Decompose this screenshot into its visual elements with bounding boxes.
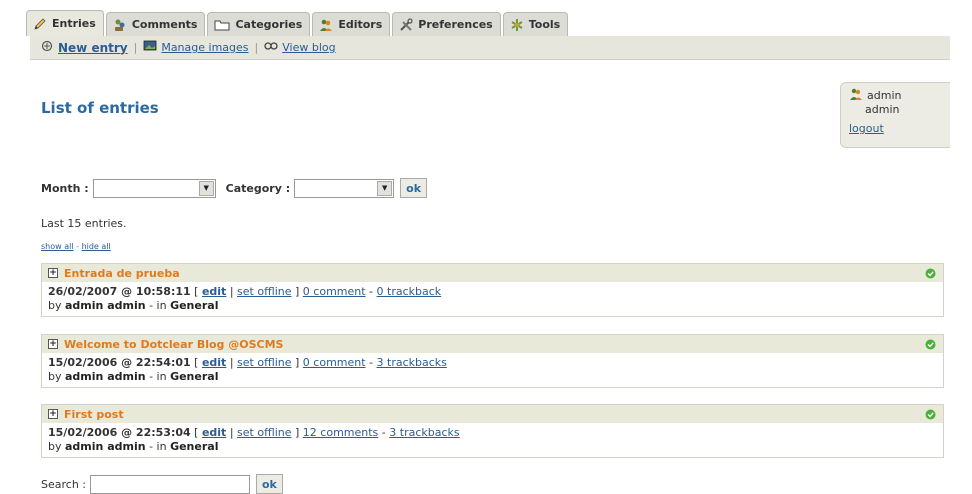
comments-icon [113, 18, 127, 32]
chevron-down-icon: ▼ [377, 180, 393, 196]
comments-link[interactable]: 12 comments [303, 426, 379, 439]
tab-preferences-label: Preferences [418, 18, 493, 31]
expand-icon[interactable]: + [48, 409, 58, 419]
new-entry-icon [40, 40, 54, 55]
chevron-down-icon: ▼ [198, 180, 214, 196]
entry-category: General [170, 440, 219, 453]
pencil-icon [33, 17, 47, 31]
check-icon [925, 339, 936, 353]
tab-categories-label: Categories [235, 18, 303, 31]
check-icon [925, 409, 936, 423]
show-all-link[interactable]: show all [41, 242, 74, 251]
entry-author: admin admin [65, 299, 146, 312]
view-blog-item: View blog [264, 41, 336, 54]
entry-in: - in [149, 370, 167, 383]
filter-ok-button[interactable]: ok [400, 178, 428, 198]
entry-item: + First post 15/02/2006 @ 22:53:04 [ edi… [41, 404, 944, 458]
user-icon [849, 88, 863, 103]
entries-count-info: Last 15 entries. [41, 217, 127, 230]
view-blog-link[interactable]: View blog [282, 41, 335, 54]
comments-link[interactable]: 0 comment [303, 285, 366, 298]
comments-link[interactable]: 0 comment [303, 356, 366, 369]
category-label: Category : [225, 181, 291, 195]
expand-icon[interactable]: + [48, 339, 58, 349]
show-hide-controls: show all - hide all [41, 242, 111, 251]
entry-in: - in [149, 440, 167, 453]
entry-by: by [48, 370, 62, 383]
search-input[interactable] [90, 474, 250, 494]
entry-date: 26/02/2007 @ 10:58:11 [48, 285, 191, 298]
entry-in: - in [149, 299, 167, 312]
entry-title: Entrada de prueba [64, 266, 180, 280]
entry-category: General [170, 299, 219, 312]
folder-icon [214, 18, 230, 32]
tab-editors[interactable]: Editors [312, 12, 391, 36]
manage-images-link[interactable]: Manage images [161, 41, 248, 54]
tab-tools[interactable]: Tools [502, 12, 569, 36]
new-entry-link[interactable]: New entry [58, 41, 128, 55]
set-offline-link[interactable]: set offline [237, 285, 291, 298]
category-select[interactable]: ▼ [294, 178, 395, 198]
tab-categories[interactable]: Categories [207, 12, 311, 36]
entry-author: admin admin [65, 440, 146, 453]
new-entry-item: New entry [40, 40, 128, 55]
search-ok-button[interactable]: ok [256, 474, 283, 494]
tab-entries-label: Entries [52, 17, 96, 30]
trackbacks-link[interactable]: 3 trackbacks [389, 426, 459, 439]
entry-title: First post [64, 407, 124, 421]
trackbacks-link[interactable]: 0 trackback [377, 285, 442, 298]
user-role: admin [865, 103, 900, 116]
main-tabs: Entries Comments Categories Editors Pref… [26, 10, 570, 36]
entry-by: by [48, 299, 62, 312]
tab-comments[interactable]: Comments [105, 12, 206, 36]
page-title: List of entries [41, 99, 159, 117]
logout-link[interactable]: logout [849, 122, 942, 135]
entry-item: + Welcome to Dotclear Blog @OSCMS 15/02/… [41, 334, 944, 388]
user-name: admin [867, 89, 902, 102]
tab-comments-label: Comments [131, 18, 198, 31]
entry-title: Welcome to Dotclear Blog @OSCMS [64, 337, 284, 351]
subnav-separator: | [254, 41, 259, 54]
check-icon [925, 268, 936, 282]
users-icon [319, 18, 333, 32]
edit-link[interactable]: edit [202, 426, 226, 439]
edit-link[interactable]: edit [202, 285, 226, 298]
search-form: Search : ok [41, 474, 283, 494]
filter-form: Month : ▼ Category : ▼ ok [41, 178, 428, 198]
hide-all-link[interactable]: hide all [82, 242, 111, 251]
sub-navigation: New entry | Manage images | View blog [30, 36, 950, 60]
image-icon [143, 40, 157, 55]
subnav-separator: | [133, 41, 138, 54]
glasses-icon [264, 41, 278, 54]
entry-category: General [170, 370, 219, 383]
set-offline-link[interactable]: set offline [237, 356, 291, 369]
tab-editors-label: Editors [338, 18, 383, 31]
entry-date: 15/02/2006 @ 22:53:04 [48, 426, 191, 439]
tab-entries[interactable]: Entries [26, 10, 104, 36]
plugin-icon [510, 18, 524, 32]
manage-images-item: Manage images [143, 40, 249, 55]
month-label: Month : [41, 181, 89, 195]
expand-icon[interactable]: + [48, 268, 58, 278]
tab-preferences[interactable]: Preferences [392, 12, 501, 36]
entry-date: 15/02/2006 @ 22:54:01 [48, 356, 191, 369]
user-box: admin admin logout [840, 82, 950, 148]
month-select[interactable]: ▼ [92, 178, 216, 198]
set-offline-link[interactable]: set offline [237, 426, 291, 439]
entry-author: admin admin [65, 370, 146, 383]
trackbacks-link[interactable]: 3 trackbacks [377, 356, 447, 369]
tools-icon [399, 17, 413, 32]
tab-tools-label: Tools [528, 18, 561, 31]
show-hide-separator: - [76, 242, 80, 251]
entry-by: by [48, 440, 62, 453]
entry-item: + Entrada de prueba 26/02/2007 @ 10:58:1… [41, 263, 944, 317]
edit-link[interactable]: edit [202, 356, 226, 369]
